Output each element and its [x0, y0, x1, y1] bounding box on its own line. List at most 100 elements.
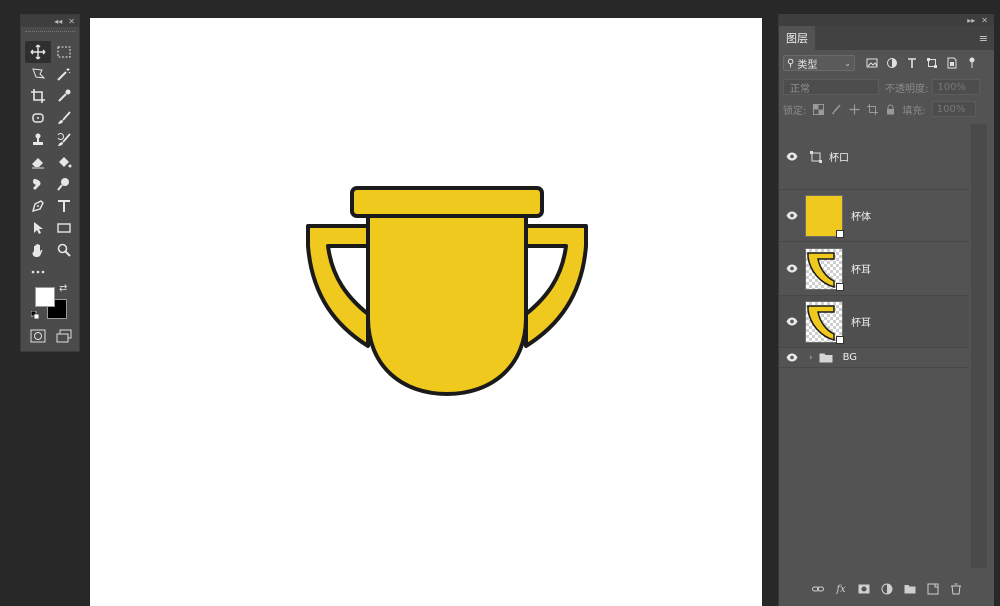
lock-artboard-icon[interactable] — [866, 103, 878, 115]
layers-bottom-toolbar: fx — [779, 578, 995, 600]
panel-tabbar: 图层 ≡ — [779, 26, 994, 50]
lock-all-icon[interactable] — [884, 103, 896, 115]
folder-icon — [819, 353, 833, 363]
visibility-eye-icon[interactable] — [779, 264, 805, 273]
layers-scrollbar[interactable] — [971, 124, 987, 568]
marquee-tool[interactable] — [51, 41, 77, 63]
cup-body — [366, 212, 528, 396]
close-icon[interactable]: ✕ — [68, 17, 75, 26]
dodge-tool[interactable] — [51, 173, 77, 195]
smart-object-filter-icon[interactable] — [945, 56, 959, 70]
visibility-eye-icon[interactable] — [779, 211, 805, 220]
eyedropper-icon — [58, 89, 71, 102]
crop-icon — [31, 89, 45, 103]
magic-wand-tool[interactable] — [51, 63, 77, 85]
double-chevron-right-icon[interactable]: ▸▸ — [967, 16, 975, 25]
foreground-color-swatch[interactable] — [35, 287, 55, 307]
filter-kind-select[interactable]: ⚲ 类型 ⌄ — [783, 55, 855, 71]
screen-mode-icon[interactable] — [56, 329, 72, 343]
hand-tool[interactable] — [25, 239, 51, 261]
link-icon[interactable] — [811, 582, 826, 597]
history-brush-tool[interactable] — [51, 129, 77, 151]
lasso-icon — [32, 68, 46, 79]
eyedropper-tool[interactable] — [51, 85, 77, 107]
smart-link-icon — [836, 335, 844, 344]
type-filter-icon[interactable] — [905, 56, 919, 70]
opacity-label: 不透明度: — [885, 83, 929, 95]
visibility-eye-icon[interactable] — [779, 317, 805, 326]
folder-icon[interactable] — [903, 582, 918, 597]
move-tool[interactable] — [25, 41, 51, 63]
crop-tool[interactable] — [25, 85, 51, 107]
pen-tool[interactable] — [25, 195, 51, 217]
rect-marquee-icon — [57, 46, 71, 58]
zoom-tool[interactable] — [51, 239, 77, 261]
close-icon[interactable]: ✕ — [981, 16, 988, 25]
lock-row: 锁定: 填充: 100% — [783, 100, 989, 118]
fill-field[interactable]: 100% — [931, 101, 976, 117]
paint-bucket-tool[interactable] — [51, 151, 77, 173]
filter-icons — [865, 56, 979, 70]
default-colors-icon[interactable] — [31, 311, 39, 319]
adjustment-filter-icon[interactable] — [885, 56, 899, 70]
opacity-field[interactable]: 100% — [932, 79, 981, 95]
opacity-value: 100% — [937, 81, 966, 93]
tool-grid — [25, 41, 77, 283]
shape-filter-icon[interactable] — [925, 56, 939, 70]
type-icon — [58, 200, 70, 212]
type-tool[interactable] — [51, 195, 77, 217]
layer-name: 杯体 — [851, 212, 871, 223]
left-handle — [306, 224, 370, 348]
search-icon: ⚲ — [787, 57, 795, 69]
layer-group-row[interactable]: › BG — [779, 348, 969, 368]
brush-tool[interactable] — [51, 107, 77, 129]
double-chevron-left-icon[interactable]: ◂◂ — [54, 17, 62, 26]
healing-tool[interactable] — [25, 107, 51, 129]
layer-row[interactable]: 杯耳 — [779, 242, 969, 296]
eraser-tool[interactable] — [25, 151, 51, 173]
fx-icon[interactable]: fx — [834, 582, 849, 597]
more-tools[interactable] — [25, 261, 51, 283]
smart-link-icon — [836, 282, 844, 291]
path-select-tool[interactable] — [25, 217, 51, 239]
trash-icon[interactable] — [949, 582, 964, 597]
image-filter-icon[interactable] — [865, 56, 879, 70]
layer-list: 杯口 杯体 杯耳 杯耳 › BG — [779, 124, 969, 368]
hamburger-icon[interactable]: ≡ — [979, 32, 988, 45]
tools-panel-grip[interactable] — [25, 31, 75, 35]
shape-layer-icon — [810, 150, 822, 163]
layer-filter-row: ⚲ 类型 ⌄ — [783, 54, 989, 72]
document-canvas[interactable] — [90, 18, 762, 606]
smudge-tool[interactable] — [25, 173, 51, 195]
stamp-tool[interactable] — [25, 129, 51, 151]
magic-wand-icon — [57, 68, 71, 81]
layer-row[interactable]: 杯耳 — [779, 296, 969, 348]
visibility-eye-icon[interactable] — [779, 353, 805, 362]
layer-row[interactable]: 杯体 — [779, 190, 969, 242]
layer-row[interactable]: 杯口 — [779, 124, 969, 190]
mask-icon[interactable] — [857, 582, 872, 597]
toolbox-bottom — [25, 329, 77, 343]
lock-position-icon[interactable] — [848, 103, 860, 115]
layer-thumbnail — [805, 194, 844, 238]
swap-colors-icon[interactable]: ⇄ — [59, 283, 67, 294]
chevron-right-icon[interactable]: › — [809, 353, 813, 363]
color-swatches: ⇄ — [31, 283, 71, 325]
brush-icon — [58, 111, 71, 124]
filter-toggle-icon[interactable] — [965, 56, 979, 70]
visibility-eye-icon[interactable] — [779, 152, 805, 161]
quick-mask-icon[interactable] — [30, 329, 46, 343]
tab-layers[interactable]: 图层 — [779, 26, 815, 50]
lasso-tool[interactable] — [25, 63, 51, 85]
paint-bucket-icon — [59, 157, 72, 168]
lock-pixels-icon[interactable] — [830, 103, 842, 115]
new-layer-icon[interactable] — [926, 582, 941, 597]
healing-icon — [32, 113, 44, 123]
adjustment-icon[interactable] — [880, 582, 895, 597]
lock-transparency-icon[interactable] — [812, 103, 824, 115]
zoom-icon — [57, 243, 71, 257]
blend-mode-select[interactable]: 正常 — [783, 79, 879, 95]
layer-name: 杯耳 — [851, 318, 871, 329]
rectangle-tool[interactable] — [51, 217, 77, 239]
blend-row: 正常 不透明度: 100% — [783, 78, 989, 96]
